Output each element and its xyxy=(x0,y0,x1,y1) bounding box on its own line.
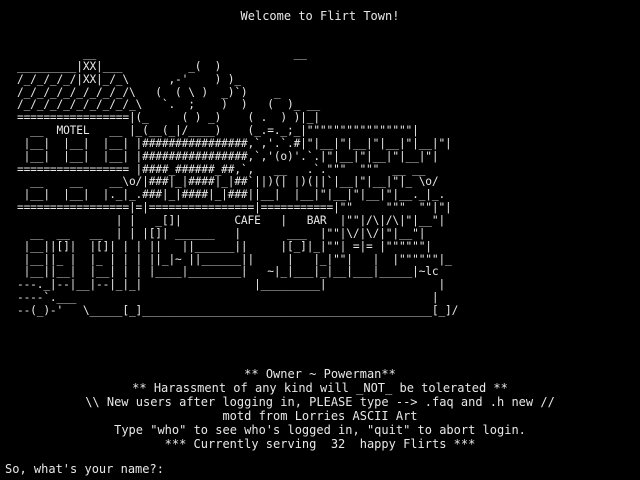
owner-line: ** Owner ~ Powerman** xyxy=(244,367,396,381)
terminal-window[interactable]: Welcome to Flirt Town! __ __ _________|X… xyxy=(0,0,640,480)
motd-credit: motd from Lorries ASCII Art xyxy=(222,409,418,423)
who-quit-instructions: Type "who" to see who's logged in, "quit… xyxy=(114,423,526,437)
welcome-banner: Welcome to Flirt Town! xyxy=(240,9,400,23)
login-prompt-label: So, what's your name?: xyxy=(5,462,164,476)
name-input[interactable] xyxy=(171,463,392,476)
harassment-notice: ** Harassment of any kind will _NOT_ be … xyxy=(132,381,508,395)
new-users-notice: \\ New users after logging in, PLEASE ty… xyxy=(85,395,555,409)
ascii-art-town-scene: __ __ _________|XX|___ _( ) /_/_/_/_/|XX… xyxy=(17,47,459,317)
login-prompt: So, what's your name?: xyxy=(5,462,392,476)
serving-count: *** Currently serving 32 happy Flirts **… xyxy=(164,437,476,451)
